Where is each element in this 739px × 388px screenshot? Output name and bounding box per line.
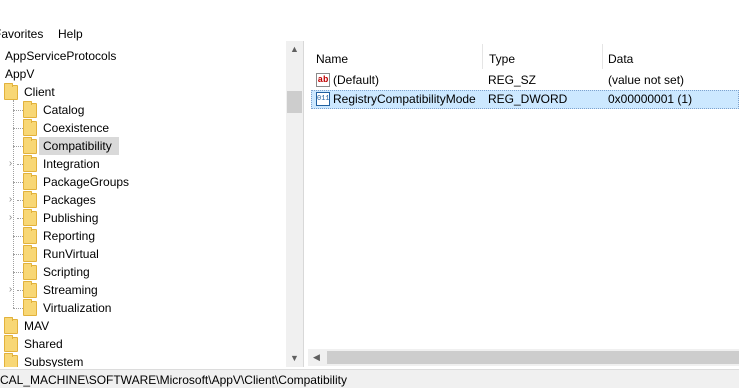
value-name: (Default) <box>333 73 380 87</box>
folder-icon <box>23 245 37 262</box>
value-type: REG_DWORD <box>488 92 568 106</box>
tree-node-label: AppServiceProtocols <box>5 49 117 63</box>
status-bar: CAL_MACHINE\SOFTWARE\Microsoft\AppV\Clie… <box>0 369 739 388</box>
tree-node-catalog[interactable]: Catalog <box>0 101 280 119</box>
string-value-icon: ab <box>316 73 330 87</box>
tree-node-label: Subsystem <box>24 355 84 367</box>
chevron-right-icon[interactable]: › <box>6 155 15 173</box>
tree-node-client[interactable]: Client <box>0 83 280 101</box>
chevron-right-icon[interactable]: › <box>6 281 15 299</box>
tree-node-label: Catalog <box>43 103 85 117</box>
menu-help[interactable]: Help <box>58 27 83 41</box>
tree-node-publishing[interactable]: › Publishing <box>0 209 280 227</box>
chevron-right-icon[interactable]: › <box>6 209 15 227</box>
folder-icon <box>23 191 37 208</box>
value-name: RegistryCompatibilityMode <box>333 92 476 106</box>
value-data: (value not set) <box>608 73 685 87</box>
folder-icon <box>4 335 18 352</box>
scroll-up-icon[interactable]: ▲ <box>286 41 303 58</box>
tree-node-label: Integration <box>43 157 100 171</box>
chevron-right-icon[interactable]: › <box>6 191 15 209</box>
folder-icon <box>23 137 37 154</box>
tree-node-label: Coexistence <box>43 121 110 135</box>
tree-node-integration[interactable]: › Integration <box>0 155 280 173</box>
tree-node-label: Scripting <box>43 265 90 279</box>
scroll-down-icon[interactable]: ▼ <box>286 350 303 367</box>
column-header-data[interactable]: Data <box>600 49 739 69</box>
column-header-type[interactable]: Type <box>481 49 602 69</box>
tree-node-label: Reporting <box>43 229 96 243</box>
tree-node-label: Publishing <box>43 211 99 225</box>
tree-node-mav[interactable]: MAV <box>0 317 280 335</box>
folder-icon <box>23 119 37 136</box>
folder-icon <box>23 227 37 244</box>
folder-icon <box>4 353 18 367</box>
value-data: 0x00000001 (1) <box>608 92 693 106</box>
folder-icon <box>4 317 18 334</box>
tree-node-packages[interactable]: › Packages <box>0 191 280 209</box>
scroll-left-icon[interactable]: ◀ <box>308 349 325 366</box>
folder-icon <box>23 101 37 118</box>
tree-node-subsystem[interactable]: Subsystem <box>0 353 280 367</box>
folder-icon <box>23 173 37 190</box>
folder-icon <box>23 263 37 280</box>
list-horizontal-scrollbar[interactable]: ◀ <box>308 349 739 366</box>
tree-node-runvirtual[interactable]: RunVirtual <box>0 245 280 263</box>
tree-node-packagegroups[interactable]: PackageGroups <box>0 173 280 191</box>
folder-icon <box>23 281 37 298</box>
list-item-registrycompatibilitymode[interactable]: 011 RegistryCompatibilityMode REG_DWORD … <box>311 90 739 109</box>
folder-icon <box>23 299 37 316</box>
tree-node-appserviceprotocols[interactable]: AppServiceProtocols <box>0 47 280 65</box>
folder-icon <box>4 83 18 100</box>
tree-node-label: Shared <box>24 337 63 351</box>
tree-node-label: Virtualization <box>43 301 112 315</box>
tree-node-scripting[interactable]: Scripting <box>0 263 280 281</box>
tree-node-label: Streaming <box>43 283 98 297</box>
tree-vertical-scrollbar[interactable]: ▲ ▼ <box>286 41 303 367</box>
tree-node-label: PackageGroups <box>43 175 130 189</box>
tree-node-coexistence[interactable]: Coexistence <box>0 119 280 137</box>
tree-node-label: MAV <box>24 319 50 333</box>
value-type: REG_SZ <box>488 73 537 87</box>
scroll-thumb[interactable] <box>287 91 302 113</box>
tree-node-label: Compatibility <box>43 139 112 153</box>
tree-node-shared[interactable]: Shared <box>0 335 280 353</box>
tree-node-compatibility[interactable]: Compatibility <box>0 137 280 155</box>
status-path: CAL_MACHINE\SOFTWARE\Microsoft\AppV\Clie… <box>0 373 347 387</box>
scroll-thumb[interactable] <box>327 351 739 364</box>
binary-value-icon: 011 <box>316 92 330 106</box>
tree-node-label: AppV <box>5 67 35 81</box>
tree-node-streaming[interactable]: › Streaming <box>0 281 280 299</box>
tree-node-label: Packages <box>43 193 96 207</box>
tree-node-label: RunVirtual <box>43 247 99 261</box>
column-header-name[interactable]: Name <box>308 49 482 69</box>
tree-node-reporting[interactable]: Reporting <box>0 227 280 245</box>
list-item-default[interactable]: ab (Default) REG_SZ (value not set) <box>311 71 739 89</box>
tree-node-virtualization[interactable]: Virtualization <box>0 299 280 317</box>
folder-icon <box>23 155 37 172</box>
tree-node-appv[interactable]: AppV <box>0 65 280 83</box>
folder-icon <box>23 209 37 226</box>
menu-bar: Favorites Help <box>0 0 739 41</box>
menu-favorites[interactable]: Favorites <box>0 27 43 41</box>
tree-node-label: Client <box>24 85 55 99</box>
